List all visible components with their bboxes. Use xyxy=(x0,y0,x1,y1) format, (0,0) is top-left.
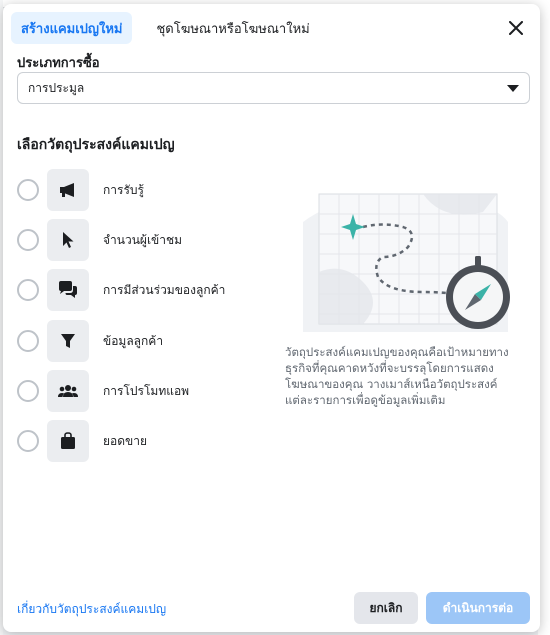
objective-awareness[interactable]: การรับรู้ xyxy=(17,169,277,211)
objective-sales[interactable]: ยอดขาย xyxy=(17,420,277,462)
buying-type-value: การประมูล xyxy=(28,80,85,95)
create-campaign-dialog: สร้างแคมเปญใหม่ ชุดโฆษณาหรือโฆษณาใหม่ ปร… xyxy=(3,4,540,632)
objective-description: วัตถุประสงค์แคมเปญของคุณคือเป้าหมายทางธุ… xyxy=(285,345,509,407)
objective-radio[interactable] xyxy=(17,380,39,402)
buying-type-label: ประเภทการซื้อ xyxy=(17,56,100,71)
tab-create-new-campaign[interactable]: สร้างแคมเปญใหม่ xyxy=(11,12,133,44)
continue-button[interactable]: ดำเนินการต่อ xyxy=(426,592,530,624)
objective-radio[interactable] xyxy=(17,229,39,251)
objective-traffic[interactable]: จำนวนผู้เข้าชม xyxy=(17,219,277,261)
chevron-down-icon xyxy=(507,85,519,92)
objective-engagement[interactable]: การมีส่วนร่วมของลูกค้า xyxy=(17,269,277,311)
objective-label: ยอดขาย xyxy=(103,433,148,448)
objective-label: การโปรโมทแอพ xyxy=(103,383,190,398)
funnel-icon xyxy=(47,320,89,362)
about-campaign-objectives-link[interactable]: เกี่ยวกับวัตถุประสงค์แคมเปญ xyxy=(17,600,166,619)
tab-new-ad-set-or-ad[interactable]: ชุดโฆษณาหรือโฆษณาใหม่ xyxy=(146,12,319,44)
objective-label: การมีส่วนร่วมของลูกค้า xyxy=(103,282,226,297)
objective-radio[interactable] xyxy=(17,279,39,301)
people-icon xyxy=(47,370,89,412)
objective-radio[interactable] xyxy=(17,430,39,452)
objective-radio[interactable] xyxy=(17,330,39,352)
objective-leads[interactable]: ข้อมูลลูกค้า xyxy=(17,320,277,362)
megaphone-icon xyxy=(47,169,89,211)
close-button[interactable] xyxy=(502,14,530,42)
chat-bubbles-icon xyxy=(47,269,89,311)
map-compass-illustration xyxy=(303,182,513,334)
objective-heading: เลือกวัตถุประสงค์แคมเปญ xyxy=(17,137,175,153)
shopping-bag-icon xyxy=(47,420,89,462)
dialog-tabs: สร้างแคมเปญใหม่ ชุดโฆษณาหรือโฆษณาใหม่ xyxy=(11,12,334,44)
objective-label: จำนวนผู้เข้าชม xyxy=(103,232,183,247)
cursor-icon xyxy=(47,219,89,261)
objective-label: ข้อมูลลูกค้า xyxy=(103,333,164,348)
objective-radio[interactable] xyxy=(17,179,39,201)
objective-label: การรับรู้ xyxy=(103,182,144,197)
cancel-button[interactable]: ยกเลิก xyxy=(354,592,418,624)
objective-app-promotion[interactable]: การโปรโมทแอพ xyxy=(17,370,277,412)
buying-type-select[interactable]: การประมูล xyxy=(17,72,530,104)
close-icon xyxy=(509,21,523,35)
